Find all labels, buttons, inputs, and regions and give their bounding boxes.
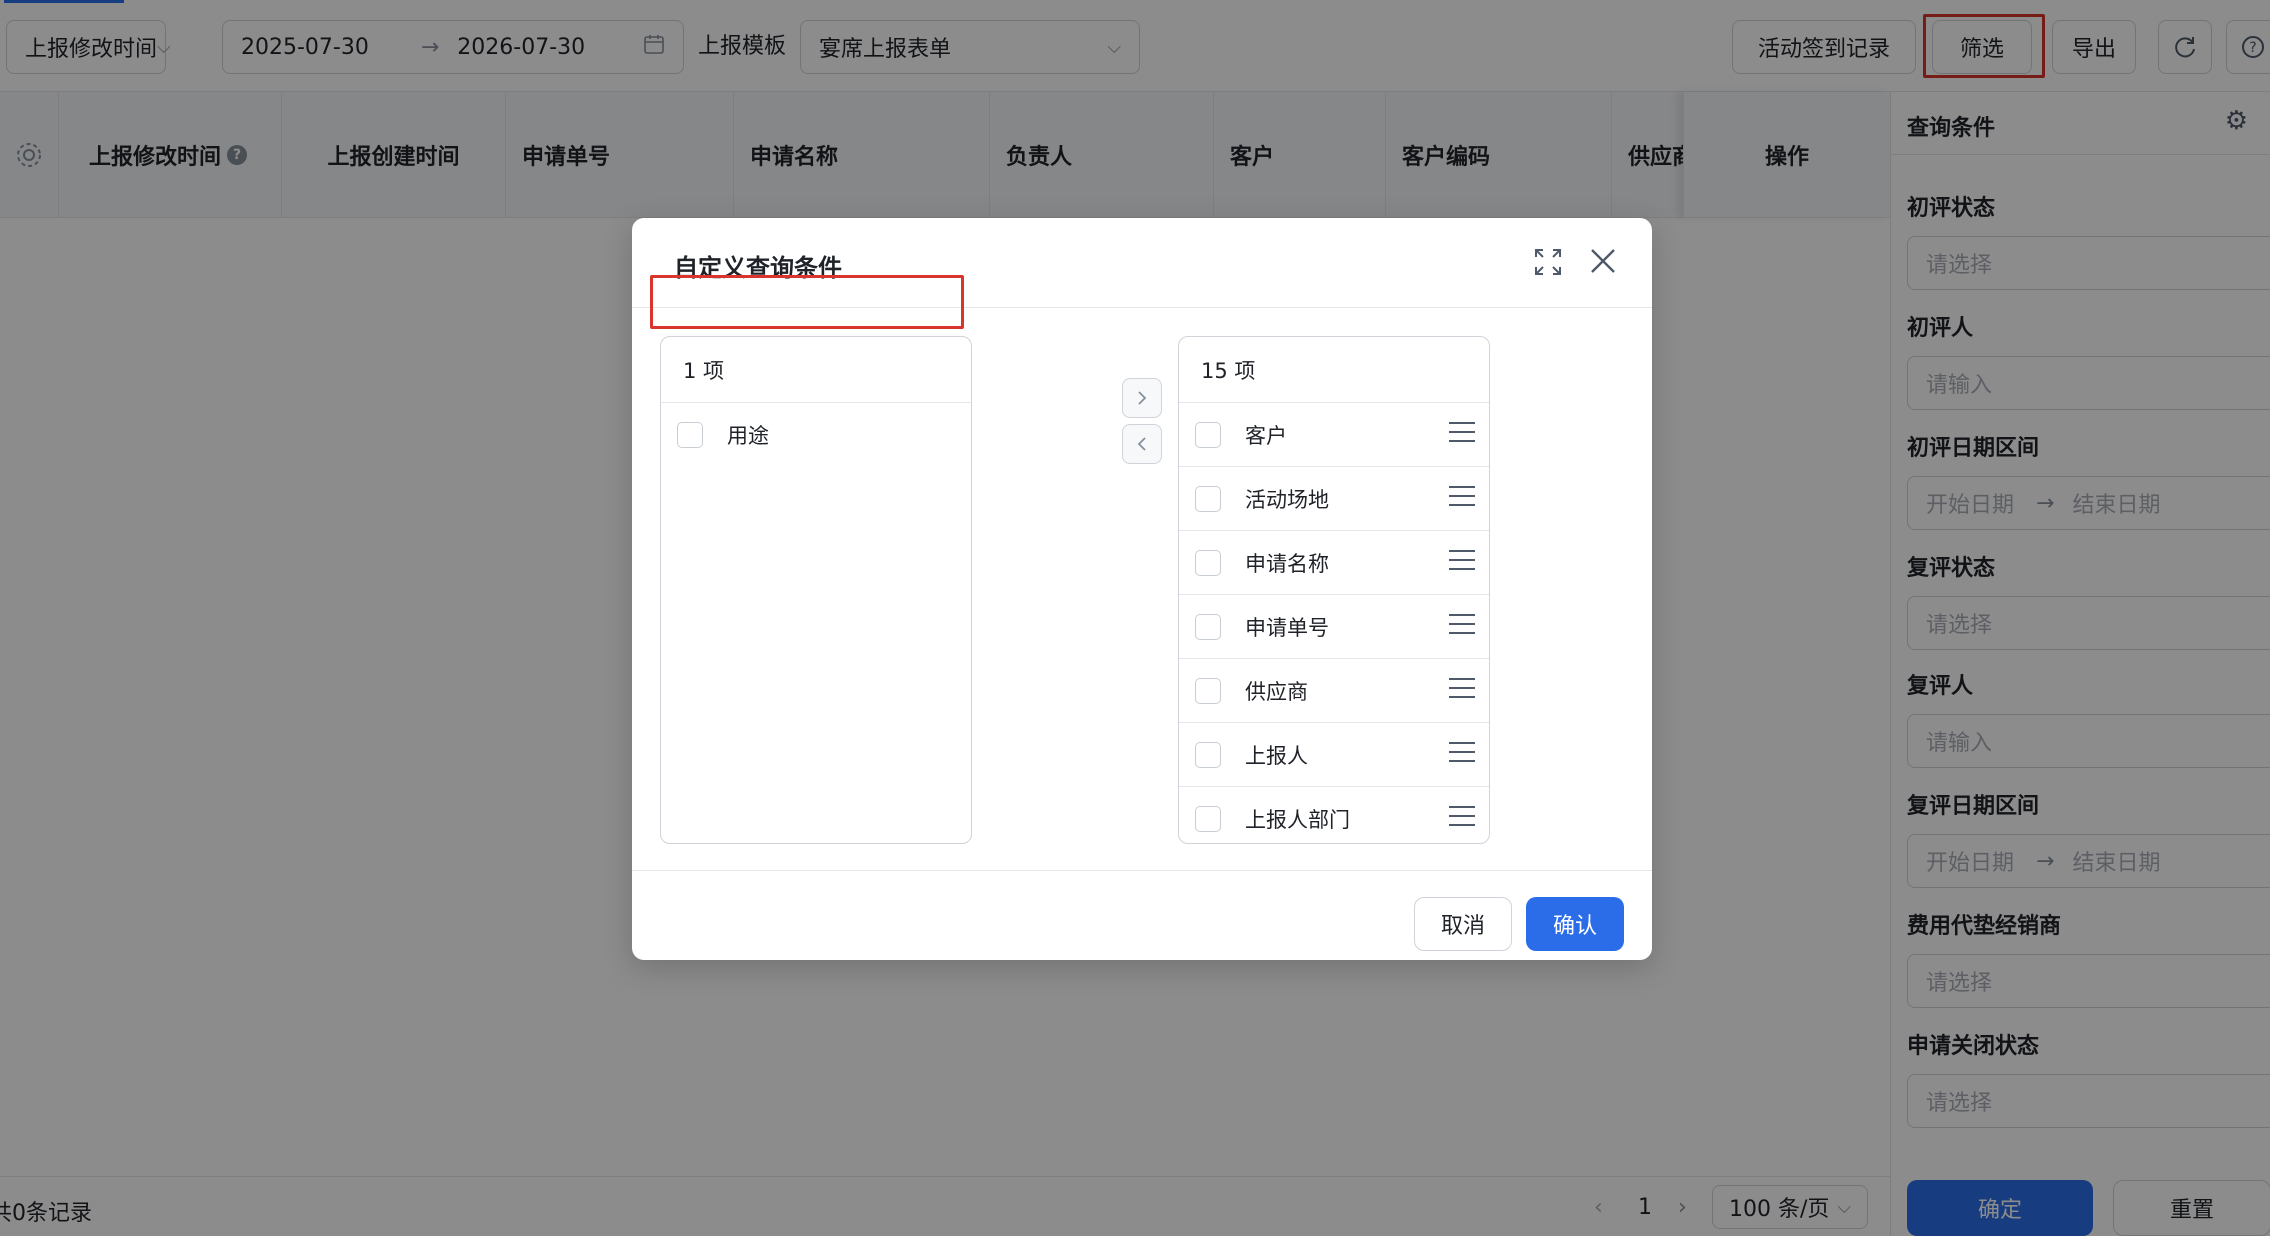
drag-handle-icon[interactable] xyxy=(1449,742,1475,766)
item-checkbox[interactable] xyxy=(1195,549,1221,576)
confirm-button[interactable]: 确认 xyxy=(1526,897,1624,951)
item-label: 申请单号 xyxy=(1245,615,1329,640)
dialog-header: 自定义查询条件 xyxy=(632,218,1652,308)
dialog-footer: 取消 确认 xyxy=(632,870,1652,960)
list-item[interactable]: 上报人 xyxy=(1179,723,1489,787)
list-item[interactable]: 客户 xyxy=(1179,403,1489,467)
item-label: 上报人 xyxy=(1245,743,1308,768)
close-icon[interactable] xyxy=(1586,244,1620,278)
list-item[interactable]: 上报人部门 xyxy=(1179,787,1489,843)
chevron-right-icon xyxy=(1138,391,1147,405)
item-label: 客户 xyxy=(1245,423,1287,448)
selected-conditions-panel: 1 项 用途 xyxy=(660,336,972,844)
item-label: 活动场地 xyxy=(1245,487,1329,512)
drag-handle-icon[interactable] xyxy=(1449,614,1475,638)
item-checkbox[interactable] xyxy=(1195,806,1221,832)
list-item[interactable]: 申请名称 xyxy=(1179,531,1489,595)
list-item[interactable]: 申请单号 xyxy=(1179,595,1489,659)
item-label: 申请名称 xyxy=(1245,551,1329,576)
item-checkbox[interactable] xyxy=(1195,677,1221,704)
item-label: 用途 xyxy=(727,424,769,448)
item-checkbox[interactable] xyxy=(1195,485,1221,512)
drag-handle-icon[interactable] xyxy=(1449,806,1475,830)
available-conditions-panel: 15 项 客户 活动场地 申请名称 申请单号 供应商 上报人 上报人部门 xyxy=(1178,336,1490,844)
item-label: 供应商 xyxy=(1245,679,1308,704)
list-item[interactable]: 用途 xyxy=(661,403,971,467)
available-count: 15 项 xyxy=(1179,337,1489,403)
cancel-button[interactable]: 取消 xyxy=(1414,897,1512,951)
item-label: 上报人部门 xyxy=(1245,808,1350,832)
chevron-left-icon xyxy=(1137,437,1146,451)
item-checkbox[interactable] xyxy=(1195,421,1221,448)
list-item[interactable]: 供应商 xyxy=(1179,659,1489,723)
list-item[interactable]: 活动场地 xyxy=(1179,467,1489,531)
expand-icon[interactable] xyxy=(1532,246,1564,278)
drag-handle-icon[interactable] xyxy=(1449,486,1475,510)
dialog-title: 自定义查询条件 xyxy=(674,254,842,282)
item-checkbox[interactable] xyxy=(1195,741,1221,768)
custom-query-conditions-dialog: 自定义查询条件 1 项 用途 15 项 客户 活动场地 申请名称 申请单号 供应… xyxy=(632,218,1652,960)
drag-handle-icon[interactable] xyxy=(1449,678,1475,702)
drag-handle-icon[interactable] xyxy=(1449,550,1475,574)
item-checkbox[interactable] xyxy=(677,422,703,448)
move-right-button[interactable] xyxy=(1122,378,1162,418)
move-left-button[interactable] xyxy=(1122,424,1162,464)
item-checkbox[interactable] xyxy=(1195,613,1221,640)
selected-count: 1 项 xyxy=(661,337,971,403)
drag-handle-icon[interactable] xyxy=(1449,422,1475,446)
